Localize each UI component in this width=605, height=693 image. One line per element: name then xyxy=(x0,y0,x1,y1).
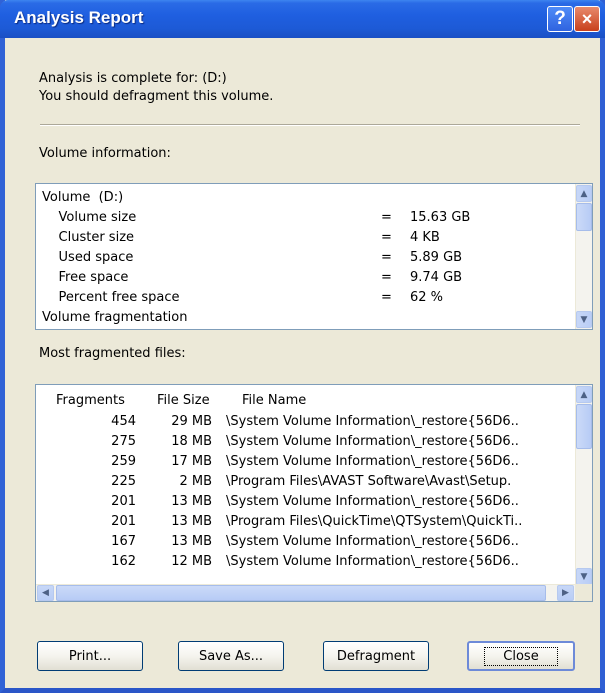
volume-list-vertical-scrollbar[interactable]: ▲ ▼ xyxy=(575,184,592,329)
scroll-right-icon[interactable]: ▶ xyxy=(557,585,574,601)
analysis-report-dialog: Analysis Report ? × Analysis is complete… xyxy=(0,0,605,693)
most-fragmented-files-label: Most fragmented files: xyxy=(39,346,186,361)
column-fragments[interactable]: Fragments xyxy=(56,393,125,408)
file-name-cell: \System Volume Information\_restore{56D6… xyxy=(226,454,519,469)
file-size-cell: 17 MB xyxy=(171,454,212,469)
volume-info-equals: = xyxy=(381,270,392,285)
file-name-cell: \System Volume Information\_restore{56D6… xyxy=(226,534,519,549)
file-name-cell: \System Volume Information\_restore{56D6… xyxy=(226,494,519,509)
summary-line-2: You should defragment this volume. xyxy=(39,89,274,104)
volume-info-value: 15.63 GB xyxy=(410,210,471,225)
files-list-horizontal-scrollbar[interactable]: ◀ ▶ xyxy=(36,584,575,601)
scrollbar-corner xyxy=(575,584,592,601)
column-file-size[interactable]: File Size xyxy=(157,393,210,408)
volume-info-label: Used space xyxy=(42,250,134,265)
table-row[interactable]: 275 18 MB \System Volume Information\_rest… xyxy=(36,434,576,454)
file-name-cell: \Program Files\QuickTime\QTSystem\QuickT… xyxy=(226,514,523,529)
print-button-label: Print... xyxy=(68,648,112,664)
fragments-cell: 167 xyxy=(111,534,136,549)
close-icon[interactable]: × xyxy=(574,6,600,32)
volume-info-equals: = xyxy=(381,290,392,305)
volume-info-label: Volume fragmentation xyxy=(42,310,188,325)
window-title: Analysis Report xyxy=(14,8,144,27)
volume-info-equals: = xyxy=(381,210,392,225)
defragment-button[interactable]: Defragment xyxy=(323,641,429,671)
file-size-cell: 13 MB xyxy=(171,534,212,549)
volume-info-label: Cluster size xyxy=(42,230,135,245)
print-button[interactable]: Print... xyxy=(37,641,143,671)
table-row[interactable]: 259 17 MB \System Volume Information\_rest… xyxy=(36,454,576,474)
file-size-cell: 13 MB xyxy=(171,494,212,509)
volume-info-equals: = xyxy=(381,230,392,245)
fragments-cell: 201 xyxy=(111,494,136,509)
help-icon[interactable]: ? xyxy=(547,6,573,32)
table-row[interactable]: 201 13 MB \System Volume Information\_rest… xyxy=(36,494,576,514)
volume-info-label: Free space xyxy=(42,270,129,285)
file-name-cell: \System Volume Information\_restore{56D6… xyxy=(226,554,519,569)
volume-info-value: 9.74 GB xyxy=(410,270,463,285)
fragments-cell: 454 xyxy=(111,414,136,429)
summary-line-1: Analysis is complete for: (D:) xyxy=(39,71,227,86)
fragments-cell: 201 xyxy=(111,514,136,529)
scroll-thumb[interactable] xyxy=(576,404,592,449)
volume-information-label: Volume information: xyxy=(39,146,171,161)
fragments-cell: 275 xyxy=(111,434,136,449)
file-name-cell: \System Volume Information\_restore{56D6… xyxy=(226,434,519,449)
scroll-left-icon[interactable]: ◀ xyxy=(37,585,54,601)
file-size-cell: 29 MB xyxy=(171,414,212,429)
table-row[interactable]: 167 13 MB \System Volume Information\_rest… xyxy=(36,534,576,554)
horizontal-scroll-thumb[interactable] xyxy=(56,585,546,601)
volume-info-value: 4 KB xyxy=(410,230,440,245)
scroll-up-icon[interactable]: ▲ xyxy=(576,185,592,202)
scroll-up-icon[interactable]: ▲ xyxy=(576,386,592,403)
scroll-down-icon[interactable]: ▼ xyxy=(576,568,592,585)
file-size-cell: 12 MB xyxy=(171,554,212,569)
file-size-cell: 13 MB xyxy=(171,514,212,529)
fragments-cell: 162 xyxy=(111,554,136,569)
scroll-thumb[interactable] xyxy=(576,203,592,231)
close-button[interactable]: Close xyxy=(467,641,575,671)
fragments-cell: 259 xyxy=(111,454,136,469)
table-row[interactable]: 162 12 MB \System Volume Information\_rest… xyxy=(36,554,576,574)
save-as-button[interactable]: Save As... xyxy=(178,641,284,671)
volume-info-value: 5.89 GB xyxy=(410,250,463,265)
volume-info-label: Volume (D:) xyxy=(42,190,124,205)
fragmented-files-list[interactable]: Fragments File Size File Name 454 29 MB \S… xyxy=(35,384,593,602)
table-row[interactable]: 454 29 MB \System Volume Information\_rest… xyxy=(36,414,576,434)
volume-info-value: 62 % xyxy=(410,290,444,305)
defragment-button-label: Defragment xyxy=(336,648,416,664)
scroll-down-icon[interactable]: ▼ xyxy=(576,311,592,328)
title-bar[interactable]: Analysis Report ? × xyxy=(0,0,605,38)
table-row[interactable]: 225 2 MB \Program Files\AVAST Software\Ava… xyxy=(36,474,576,494)
table-row[interactable]: 201 13 MB \Program Files\QuickTime\QTSyste… xyxy=(36,514,576,534)
volume-information-list[interactable]: Volume (D:) Volume size = 15.63 GB Cluster… xyxy=(35,183,593,330)
fragments-cell: 225 xyxy=(111,474,136,489)
volume-info-equals: = xyxy=(381,250,392,265)
volume-info-label: Percent free space xyxy=(42,290,180,305)
close-button-label: Close xyxy=(484,646,558,666)
files-list-vertical-scrollbar[interactable]: ▲ ▼ xyxy=(575,385,592,586)
separator xyxy=(40,124,580,126)
column-file-name[interactable]: File Name xyxy=(242,393,306,408)
file-name-cell: \Program Files\AVAST Software\Avast\Setu… xyxy=(226,474,512,489)
file-name-cell: \System Volume Information\_restore{56D6… xyxy=(226,414,519,429)
file-size-cell: 2 MB xyxy=(179,474,212,489)
volume-info-label: Volume size xyxy=(42,210,137,225)
file-size-cell: 18 MB xyxy=(171,434,212,449)
save-as-button-label: Save As... xyxy=(198,648,264,664)
